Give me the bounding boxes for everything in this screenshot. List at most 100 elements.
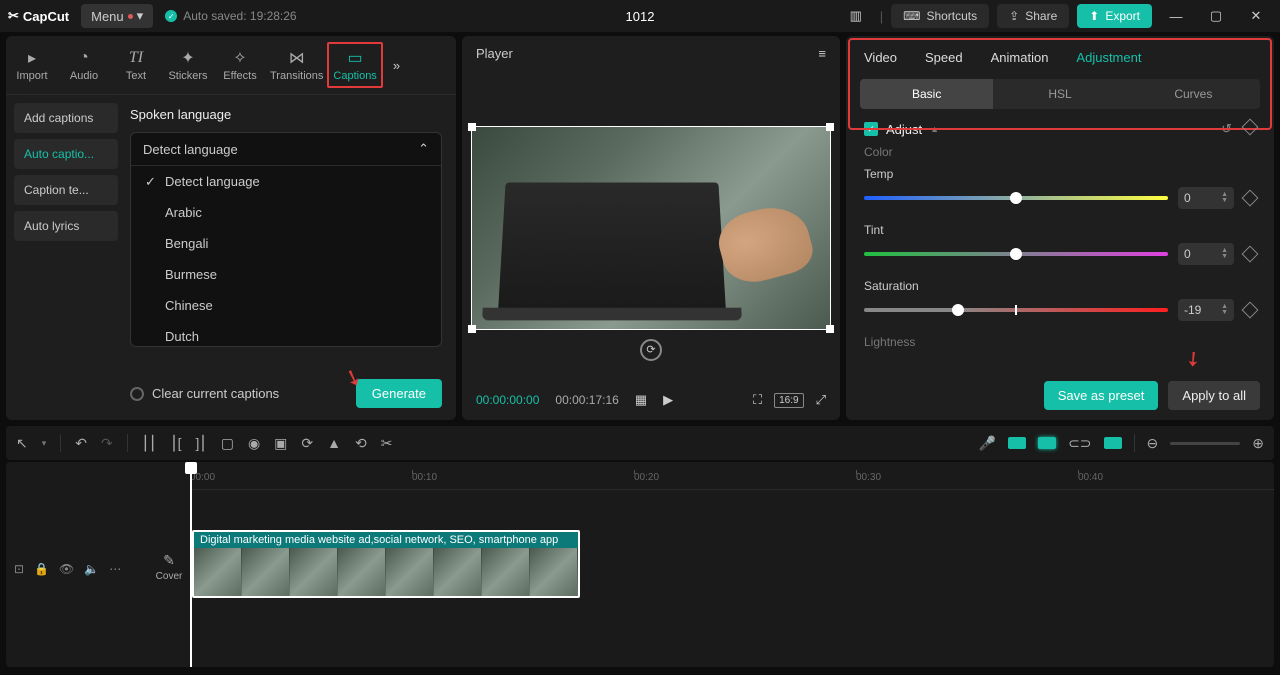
mic-icon[interactable]: 🎤 (979, 435, 996, 452)
tab-text[interactable]: TIText (110, 44, 162, 86)
shortcuts-button[interactable]: ⌨Shortcuts (891, 4, 989, 28)
sync-icon[interactable]: ⟳ (640, 339, 662, 361)
temp-slider[interactable] (864, 196, 1168, 200)
marker-tool[interactable]: ◉ (248, 435, 260, 452)
rotate-tool[interactable]: ⟲ (355, 435, 367, 452)
eye-icon[interactable]: 👁 (59, 562, 74, 576)
lang-option[interactable]: Bengali (131, 228, 441, 259)
clear-checkbox[interactable] (130, 387, 144, 401)
tint-keyframe[interactable] (1242, 246, 1259, 263)
layout-icon[interactable]: ▥ (840, 2, 872, 30)
play-button[interactable]: ▶ (663, 392, 673, 408)
temp-thumb[interactable] (1010, 192, 1022, 204)
subtab-basic[interactable]: Basic (860, 79, 993, 109)
saturation-slider[interactable] (864, 308, 1168, 312)
split-tool[interactable]: ⎮⎮ (142, 435, 157, 452)
export-button[interactable]: ⬆Export (1077, 4, 1152, 28)
trim-left-tool[interactable]: ⎮[ (170, 435, 181, 452)
keyframe-icon[interactable] (1242, 119, 1259, 136)
tab-import[interactable]: ▸Import (6, 44, 58, 86)
toggle-1[interactable] (1008, 437, 1026, 449)
tab-effects[interactable]: ✧Effects (214, 44, 266, 86)
mirror-tool[interactable]: ▲ (327, 435, 341, 451)
tab-video[interactable]: Video (864, 50, 897, 65)
more-tabs[interactable]: » (383, 58, 410, 73)
spinner-icon[interactable]: ▲▼ (1221, 192, 1228, 204)
zoom-slider[interactable] (1170, 442, 1240, 445)
lang-option[interactable]: Burmese (131, 259, 441, 290)
lang-option[interactable]: Chinese (131, 290, 441, 321)
expand-icon[interactable]: ⊡ (14, 562, 24, 576)
tab-animation[interactable]: Animation (991, 50, 1049, 65)
tab-stickers[interactable]: ✦Stickers (162, 44, 214, 86)
minimize-button[interactable]: ― (1160, 2, 1192, 30)
lock-icon[interactable]: 🔒 (34, 562, 49, 576)
crop-icon[interactable]: ⛶ (753, 392, 762, 408)
generate-row: ➘ Clear current captions Generate (130, 369, 442, 420)
toggle-2[interactable] (1038, 437, 1056, 449)
adjust-checkbox[interactable]: ✓ (864, 122, 878, 136)
reset-icon[interactable]: ↺ (1221, 121, 1232, 137)
trim-right-tool[interactable]: ]⎮ (196, 435, 207, 452)
side-auto-captions[interactable]: Auto captio... (14, 139, 118, 169)
apply-all-button[interactable]: Apply to all (1168, 381, 1260, 410)
app-name: CapCut (23, 9, 69, 24)
close-button[interactable]: ✕ (1240, 2, 1272, 30)
generate-button[interactable]: Generate (356, 379, 442, 408)
saturation-value[interactable]: -19▲▼ (1178, 299, 1234, 321)
temp-keyframe[interactable] (1242, 190, 1259, 207)
subtab-hsl[interactable]: HSL (993, 79, 1126, 109)
spinner-icon[interactable]: ▲▼ (1221, 248, 1228, 260)
mute-icon[interactable]: 🔈 (84, 562, 99, 576)
tint-thumb[interactable] (1010, 248, 1022, 260)
tab-transitions[interactable]: ⋈Transitions (266, 44, 327, 86)
video-clip[interactable]: Digital marketing media website ad,socia… (192, 530, 580, 598)
clear-captions[interactable]: Clear current captions (130, 386, 279, 401)
playhead[interactable] (190, 462, 192, 667)
lang-option[interactable]: Dutch (131, 321, 441, 346)
saturation-keyframe[interactable] (1242, 302, 1259, 319)
side-auto-lyrics[interactable]: Auto lyrics (14, 211, 118, 241)
pointer-tool[interactable]: ↖ (16, 435, 28, 452)
spinner-icon[interactable]: ▲▼ (1221, 304, 1228, 316)
crop-tool[interactable]: ✂ (381, 435, 393, 452)
video-wrap: ⟳ (462, 71, 840, 384)
player-menu-icon[interactable]: ≡ (818, 46, 826, 61)
fullscreen-icon[interactable]: ⤢ (816, 392, 826, 408)
zoom-out[interactable]: ⊖ (1147, 435, 1159, 452)
side-add-captions[interactable]: Add captions (14, 103, 118, 133)
dropdown-head[interactable]: Detect language ⌃ (131, 133, 441, 166)
refresh-tool[interactable]: ⟳ (301, 435, 313, 452)
toggle-3[interactable] (1104, 437, 1122, 449)
frame-view-icon[interactable]: ▦ (635, 392, 647, 408)
temp-value[interactable]: 0▲▼ (1178, 187, 1234, 209)
subtab-curves[interactable]: Curves (1127, 79, 1260, 109)
save-preset-button[interactable]: Save as preset (1044, 381, 1159, 410)
time-ruler[interactable]: 00:00 00:10 00:20 00:30 00:40 (190, 466, 1274, 490)
tab-adjustment[interactable]: Adjustment (1076, 50, 1141, 65)
tab-captions[interactable]: ▭Captions (327, 42, 382, 88)
share-button[interactable]: ⇪Share (997, 4, 1069, 28)
tint-slider[interactable] (864, 252, 1168, 256)
tint-value[interactable]: 0▲▼ (1178, 243, 1234, 265)
collapse-icon[interactable]: ▲ (930, 124, 939, 134)
video-preview[interactable]: ⟳ (471, 126, 831, 330)
cover-button[interactable]: ✎ Cover (152, 552, 186, 582)
maximize-button[interactable]: ▢ (1200, 2, 1232, 30)
lang-option[interactable]: Arabic (131, 197, 441, 228)
dot-icon (128, 14, 133, 19)
side-caption-template[interactable]: Caption te... (14, 175, 118, 205)
tab-audio[interactable]: ◔Audio (58, 44, 110, 86)
group-tool[interactable]: ▣ (274, 435, 287, 452)
menu-button[interactable]: Menu ▾ (81, 4, 153, 28)
undo-button[interactable]: ↶ (75, 435, 87, 452)
saturation-thumb[interactable] (952, 304, 964, 316)
tab-speed[interactable]: Speed (925, 50, 963, 65)
redo-button[interactable]: ↷ (101, 435, 113, 452)
zoom-in[interactable]: ⊕ (1252, 435, 1264, 452)
lang-option[interactable]: Detect language (131, 166, 441, 197)
aspect-ratio[interactable]: 16:9 (774, 393, 803, 408)
delete-tool[interactable]: ▢ (221, 435, 234, 452)
more-icon[interactable]: ⋯ (109, 562, 121, 576)
link-icon[interactable]: ⊂⊃ (1068, 435, 1091, 452)
